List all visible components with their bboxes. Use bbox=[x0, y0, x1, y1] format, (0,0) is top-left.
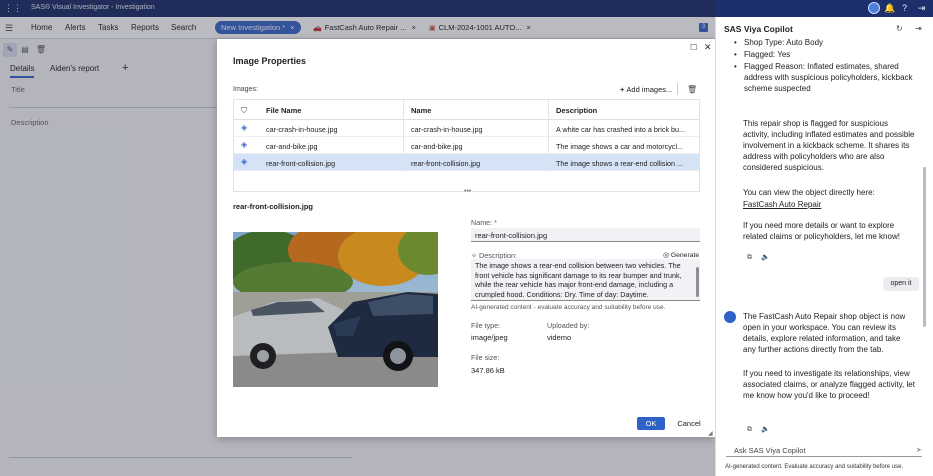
image-file-icon: ◈ bbox=[241, 123, 248, 132]
col-name[interactable]: Name bbox=[411, 106, 431, 115]
copilot-message-text: This repair shop is flagged for suspicio… bbox=[743, 119, 915, 172]
description-textarea[interactable]: The image shows a rear-end collision bet… bbox=[471, 259, 700, 301]
cancel-button[interactable]: Cancel bbox=[671, 417, 707, 430]
speaker-icon[interactable]: 🔈 bbox=[761, 426, 770, 433]
fastcash-link[interactable]: FastCash Auto Repair bbox=[743, 199, 915, 210]
file-type-label: File type: bbox=[471, 321, 501, 330]
uploaded-by-label: Uploaded by: bbox=[547, 321, 590, 330]
copilot-message-text: You can view the object directly here: bbox=[743, 188, 875, 197]
resize-grip-icon[interactable]: ◢ bbox=[708, 430, 713, 437]
ai-disclaimer: AI-generated content - evaluate accuracy… bbox=[471, 304, 666, 311]
speaker-icon[interactable]: 🔈 bbox=[761, 254, 770, 261]
user-message: open it bbox=[883, 277, 919, 291]
divider bbox=[677, 83, 678, 95]
row-name: car-crash-in-house.jpg bbox=[411, 125, 483, 134]
images-label: Images: bbox=[233, 86, 258, 93]
row-file-name: rear-front-collision.jpg bbox=[266, 159, 336, 168]
row-description: The image shows a car and motorcycl... bbox=[556, 142, 684, 151]
image-preview bbox=[233, 232, 438, 387]
bell-icon[interactable]: 🔔 bbox=[884, 3, 895, 14]
table-row-selected[interactable]: ◈ rear-front-collision.jpg rear-front-co… bbox=[234, 154, 699, 171]
row-file-name: car-and-bike.jpg bbox=[266, 142, 318, 151]
close-icon[interactable]: ✕ bbox=[704, 42, 712, 53]
copilot-message-text: If you need more details or want to expl… bbox=[743, 221, 900, 241]
message-tools: ⧉ 🔈 bbox=[747, 253, 779, 262]
copilot-disclaimer: AI-generated content. Evaluate accuracy … bbox=[725, 464, 904, 470]
copilot-bot-icon bbox=[724, 311, 736, 323]
name-label: Name: * bbox=[471, 218, 497, 227]
add-images-label: Add images... bbox=[626, 85, 673, 94]
copilot-scrollbar[interactable] bbox=[923, 167, 926, 327]
table-row[interactable]: ◈ car-crash-in-house.jpg car-crash-in-ho… bbox=[234, 120, 699, 137]
file-size-label: File size: bbox=[471, 353, 500, 362]
generate-button[interactable]: ◎ Generate bbox=[663, 251, 699, 259]
generate-label: Generate bbox=[670, 252, 700, 259]
message-tools: ⧉ 🔈 bbox=[747, 425, 779, 434]
col-file-name[interactable]: File Name bbox=[266, 106, 301, 115]
images-table: ⛉ File Name Name Description ◈ car-crash… bbox=[233, 99, 700, 192]
ok-button[interactable]: OK bbox=[637, 417, 665, 430]
split-resize-handle[interactable]: • • • bbox=[464, 188, 471, 195]
collision-photo bbox=[233, 232, 438, 387]
file-type-value: image/jpeg bbox=[471, 333, 508, 342]
copy-icon[interactable]: ⧉ bbox=[747, 254, 752, 261]
image-file-icon: ◈ bbox=[241, 140, 248, 149]
add-images-button[interactable]: + Add images... bbox=[620, 85, 672, 94]
table-header: ⛉ File Name Name Description bbox=[234, 100, 699, 120]
generate-icon: ◎ bbox=[663, 252, 671, 259]
col-description[interactable]: Description bbox=[556, 106, 597, 115]
uploaded-by-value: videmo bbox=[547, 333, 572, 342]
copilot-title: SAS Viya Copilot bbox=[724, 24, 793, 34]
row-description: The image shows a rear-end collision ... bbox=[556, 159, 684, 168]
new-chat-icon[interactable]: ↻ bbox=[896, 24, 903, 33]
exit-icon[interactable]: ⇥ bbox=[916, 3, 927, 14]
row-file-name: car-crash-in-house.jpg bbox=[266, 125, 338, 134]
row-name: car-and-bike.jpg bbox=[411, 142, 463, 151]
row-name: rear-front-collision.jpg bbox=[411, 159, 481, 168]
shop-details-list: Shop Type: Auto Body Flagged: Yes Flagge… bbox=[734, 37, 919, 95]
copilot-message-text: If you need to investigate its relations… bbox=[743, 369, 915, 400]
maximize-icon[interactable]: ☐ bbox=[690, 43, 697, 52]
help-icon[interactable]: ? bbox=[899, 3, 910, 14]
list-item: Flagged: Yes bbox=[734, 49, 919, 60]
trash-icon[interactable]: 🗑 bbox=[687, 85, 697, 94]
image-properties-dialog: Image Properties ☐ ✕ Images: + Add images… bbox=[217, 39, 715, 437]
copy-icon[interactable]: ⧉ bbox=[747, 426, 752, 433]
list-item: Shop Type: Auto Body bbox=[734, 37, 919, 48]
copilot-panel: SAS Viya Copilot ↻ ⇥ Shop Type: Auto Bod… bbox=[715, 17, 933, 476]
required-marker: * bbox=[494, 218, 497, 227]
copilot-avatar[interactable] bbox=[868, 2, 880, 14]
overlay-top bbox=[0, 0, 715, 39]
name-input[interactable]: rear-front-collision.jpg bbox=[471, 228, 700, 242]
plus-icon: + bbox=[620, 85, 625, 94]
send-icon[interactable]: ➤ bbox=[916, 446, 922, 454]
filter-icon[interactable]: ⛉ bbox=[241, 106, 247, 116]
image-file-icon: ◈ bbox=[241, 157, 248, 166]
description-scrollbar[interactable] bbox=[696, 267, 699, 297]
name-label-text: Name: bbox=[471, 218, 493, 227]
table-row[interactable]: ◈ car-and-bike.jpg car-and-bike.jpg The … bbox=[234, 137, 699, 154]
copilot-input[interactable]: Ask SAS Viya Copilot bbox=[726, 444, 922, 457]
row-description: A white car has crashed into a brick bu.… bbox=[556, 125, 686, 134]
close-icon[interactable]: ⇥ bbox=[915, 24, 922, 33]
file-size-value: 347.86 kB bbox=[471, 366, 505, 375]
selected-image-title: rear-front-collision.jpg bbox=[233, 202, 314, 211]
copilot-message-text: The FastCash Auto Repair shop object is … bbox=[743, 312, 906, 354]
list-item: Flagged Reason: Inflated estimates, shar… bbox=[734, 61, 919, 94]
dialog-title: Image Properties bbox=[233, 56, 307, 66]
